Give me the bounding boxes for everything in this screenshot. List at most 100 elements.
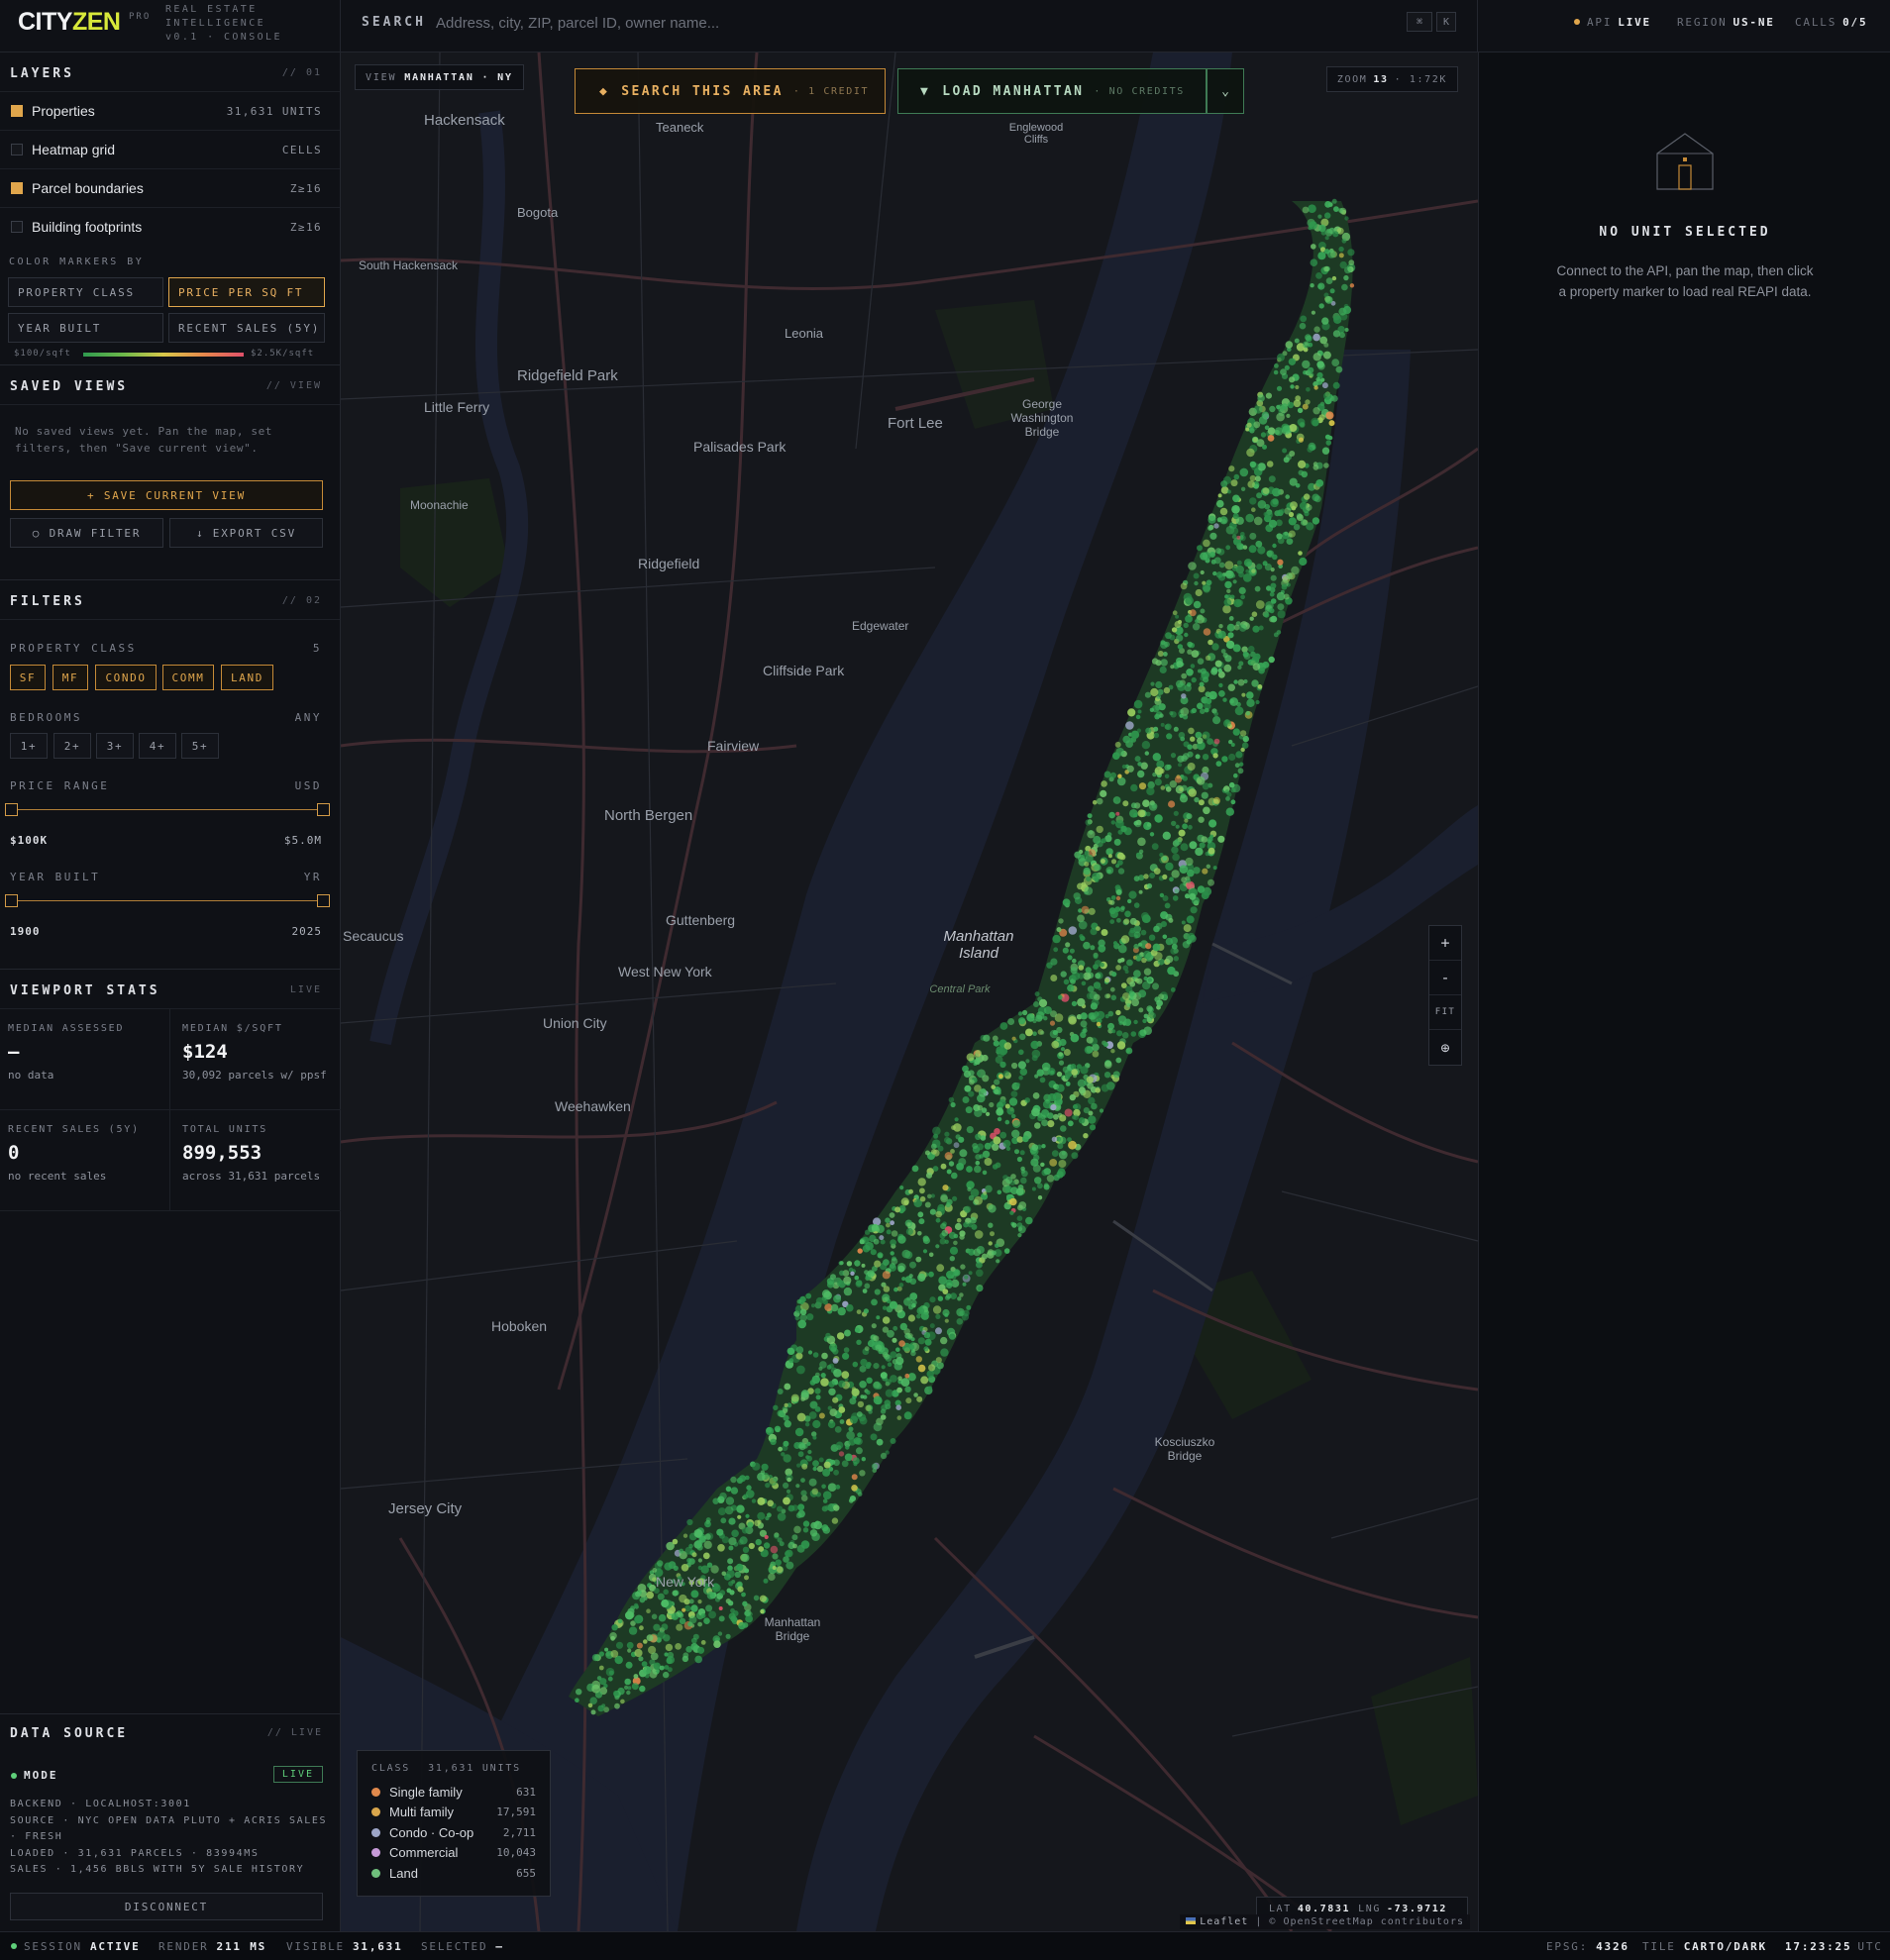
property-marker[interactable] bbox=[856, 1411, 863, 1417]
property-marker[interactable] bbox=[1120, 982, 1127, 988]
property-marker[interactable] bbox=[1317, 282, 1325, 290]
property-marker[interactable] bbox=[1110, 820, 1115, 825]
property-marker[interactable] bbox=[712, 1497, 719, 1504]
property-marker[interactable] bbox=[1270, 582, 1277, 589]
property-marker[interactable] bbox=[832, 1396, 839, 1403]
property-marker[interactable] bbox=[965, 1106, 973, 1114]
property-marker[interactable] bbox=[1056, 1026, 1063, 1034]
property-marker[interactable] bbox=[882, 1293, 891, 1302]
property-marker[interactable] bbox=[963, 1221, 969, 1228]
property-marker[interactable] bbox=[1282, 425, 1291, 433]
property-marker[interactable] bbox=[1238, 571, 1244, 578]
property-marker[interactable] bbox=[796, 1412, 806, 1422]
property-marker[interactable] bbox=[944, 1318, 949, 1323]
property-marker[interactable] bbox=[1068, 1140, 1077, 1150]
property-marker[interactable] bbox=[890, 1251, 894, 1256]
property-marker[interactable] bbox=[1101, 780, 1107, 787]
property-marker[interactable] bbox=[597, 1704, 604, 1712]
property-marker[interactable] bbox=[1190, 664, 1196, 669]
property-marker[interactable] bbox=[784, 1383, 791, 1391]
property-marker[interactable] bbox=[1195, 619, 1200, 624]
property-marker[interactable] bbox=[1110, 859, 1117, 865]
property-marker[interactable] bbox=[626, 1690, 631, 1696]
property-marker[interactable] bbox=[1050, 958, 1058, 966]
property-marker[interactable] bbox=[639, 1685, 646, 1693]
color-by-price-per-sqft[interactable]: PRICE PER SQ FT bbox=[168, 277, 325, 307]
property-marker[interactable] bbox=[917, 1178, 926, 1186]
property-marker[interactable] bbox=[994, 1079, 1000, 1085]
property-marker[interactable] bbox=[871, 1223, 880, 1232]
property-marker[interactable] bbox=[909, 1261, 916, 1269]
property-marker[interactable] bbox=[742, 1546, 750, 1554]
property-marker[interactable] bbox=[1209, 532, 1217, 540]
property-marker[interactable] bbox=[1043, 1016, 1048, 1021]
fit-bounds-button[interactable]: FIT bbox=[1429, 995, 1461, 1030]
property-marker[interactable] bbox=[985, 1185, 993, 1193]
property-marker[interactable] bbox=[882, 1271, 891, 1280]
property-marker[interactable] bbox=[1117, 868, 1125, 875]
property-marker[interactable] bbox=[631, 1683, 639, 1691]
layer-checkbox[interactable] bbox=[11, 105, 23, 117]
property-marker[interactable] bbox=[841, 1460, 849, 1468]
legend-item-commercial[interactable]: Commercial 10,043 bbox=[371, 1843, 536, 1864]
property-marker[interactable] bbox=[765, 1483, 771, 1489]
property-marker[interactable] bbox=[994, 1088, 999, 1094]
property-marker[interactable] bbox=[1050, 975, 1058, 981]
property-marker[interactable] bbox=[1226, 791, 1232, 797]
property-marker[interactable] bbox=[763, 1578, 769, 1584]
property-marker[interactable] bbox=[838, 1261, 843, 1266]
property-marker[interactable] bbox=[1211, 643, 1219, 651]
property-marker[interactable] bbox=[741, 1527, 749, 1534]
property-marker[interactable] bbox=[1181, 693, 1187, 699]
color-by-property-class[interactable]: PROPERTY CLASS bbox=[8, 277, 163, 307]
property-marker[interactable] bbox=[1011, 1129, 1020, 1139]
property-marker[interactable] bbox=[599, 1678, 607, 1686]
property-marker[interactable] bbox=[1270, 567, 1275, 572]
property-marker[interactable] bbox=[786, 1489, 791, 1494]
property-marker[interactable] bbox=[1031, 1186, 1036, 1191]
property-marker[interactable] bbox=[783, 1496, 790, 1505]
property-marker[interactable] bbox=[1315, 376, 1320, 382]
property-marker[interactable] bbox=[1051, 1136, 1058, 1143]
property-marker[interactable] bbox=[1205, 655, 1211, 661]
property-marker[interactable] bbox=[953, 1123, 962, 1132]
property-marker[interactable] bbox=[1089, 1124, 1097, 1131]
property-marker[interactable] bbox=[728, 1517, 736, 1525]
property-marker[interactable] bbox=[956, 1318, 964, 1325]
property-marker[interactable] bbox=[1313, 385, 1318, 390]
property-marker[interactable] bbox=[1126, 959, 1133, 967]
property-marker[interactable] bbox=[1333, 206, 1339, 213]
property-marker[interactable] bbox=[1115, 895, 1121, 901]
property-marker[interactable] bbox=[765, 1515, 770, 1521]
property-marker[interactable] bbox=[974, 1230, 984, 1239]
property-marker[interactable] bbox=[1276, 591, 1286, 601]
property-marker[interactable] bbox=[1092, 872, 1101, 881]
property-marker[interactable] bbox=[859, 1239, 865, 1245]
property-marker[interactable] bbox=[799, 1313, 807, 1322]
property-marker[interactable] bbox=[974, 1195, 983, 1205]
property-marker[interactable] bbox=[812, 1435, 817, 1440]
property-marker[interactable] bbox=[946, 1169, 952, 1175]
property-marker[interactable] bbox=[1154, 814, 1163, 823]
property-marker[interactable] bbox=[1285, 341, 1294, 349]
property-marker[interactable] bbox=[1142, 799, 1150, 807]
property-marker[interactable] bbox=[941, 1229, 949, 1237]
layer-properties[interactable]: Properties 31,631 UNITS bbox=[0, 92, 340, 131]
property-marker[interactable] bbox=[1151, 804, 1157, 809]
property-marker[interactable] bbox=[1270, 615, 1278, 623]
property-marker[interactable] bbox=[896, 1387, 902, 1393]
property-marker[interactable] bbox=[617, 1618, 623, 1624]
property-marker[interactable] bbox=[1020, 1177, 1027, 1185]
property-marker[interactable] bbox=[725, 1633, 731, 1639]
property-marker[interactable] bbox=[1189, 893, 1197, 900]
property-marker[interactable] bbox=[1227, 632, 1234, 639]
property-marker[interactable] bbox=[964, 1084, 972, 1092]
property-marker[interactable] bbox=[898, 1283, 904, 1288]
property-marker[interactable] bbox=[1304, 493, 1311, 500]
property-marker[interactable] bbox=[894, 1206, 901, 1213]
property-marker[interactable] bbox=[1298, 469, 1305, 476]
property-marker[interactable] bbox=[993, 1040, 999, 1047]
color-by-recent-sales[interactable]: RECENT SALES (5Y) bbox=[168, 313, 325, 343]
property-marker[interactable] bbox=[755, 1538, 762, 1546]
layer-heatmap-grid[interactable]: Heatmap grid CELLS bbox=[0, 131, 340, 169]
